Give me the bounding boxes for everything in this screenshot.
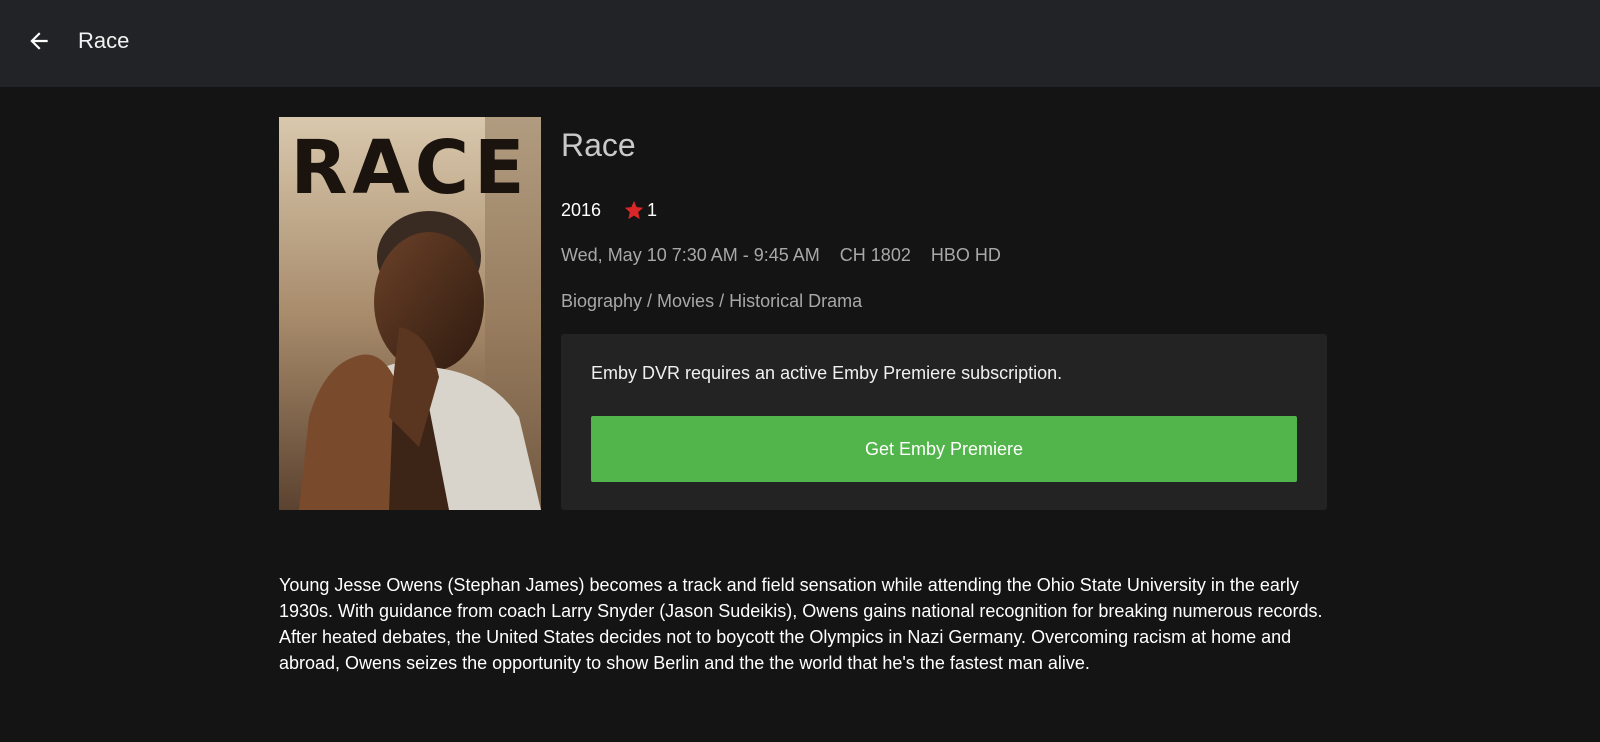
schedule-info: Wed, May 10 7:30 AM - 9:45 AM CH 1802 HB… (561, 245, 1001, 266)
rating-value: 1 (647, 199, 658, 220)
airtime: Wed, May 10 7:30 AM - 9:45 AM (561, 245, 820, 265)
channel-name: HBO HD (930, 245, 1001, 265)
item-title: Race (561, 127, 636, 163)
poster-image[interactable]: RACE (279, 117, 541, 510)
arrow-left-icon (30, 32, 48, 50)
poster-title-text: RACE (290, 125, 530, 211)
channel-number: CH 1802 (839, 245, 911, 265)
header-title: Race (78, 28, 130, 53)
back-button[interactable] (22, 24, 56, 58)
get-premiere-button[interactable]: Get Emby Premiere (591, 416, 1297, 482)
star-icon (624, 200, 644, 220)
genres: Biography / Movies / Historical Drama (561, 291, 863, 311)
production-year: 2016 (561, 199, 602, 220)
meta-row: 2016 1 (561, 199, 657, 221)
overview-text: Young Jesse Owens (Stephan James) become… (279, 575, 1323, 673)
premiere-notice: Emby DVR requires an active Emby Premier… (561, 334, 1327, 510)
community-rating: 1 (623, 199, 657, 221)
app-header: Race (0, 0, 1600, 87)
premiere-message: Emby DVR requires an active Emby Premier… (591, 363, 1063, 383)
